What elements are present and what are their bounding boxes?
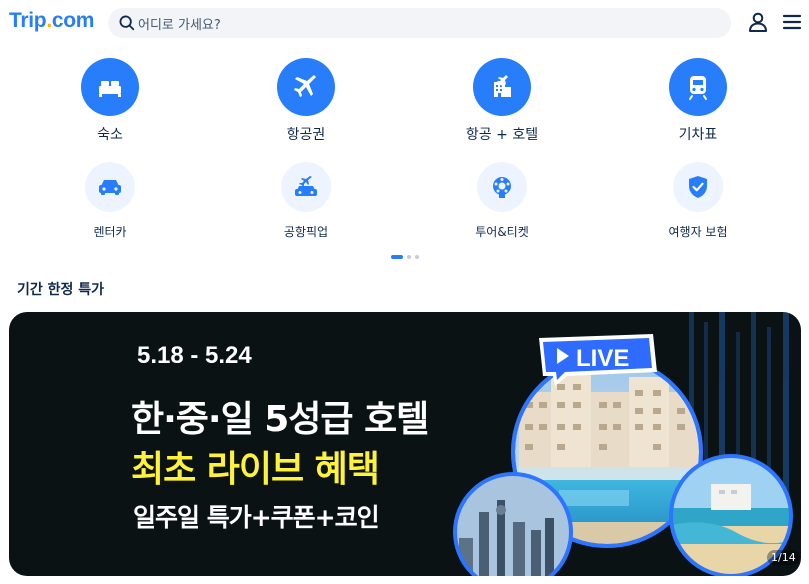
category-label: 항공 + 호텔	[465, 127, 539, 143]
car-icon	[85, 162, 135, 212]
airport-pickup-icon	[281, 162, 331, 212]
user-icon[interactable]	[747, 11, 769, 33]
trip-logo[interactable]: Trip.com	[9, 9, 94, 33]
category-airport-pickup[interactable]: 공항픽업	[246, 162, 366, 240]
banner-highlight: 최초 라이브 혜택	[131, 449, 380, 490]
category-label: 투어&티켓	[475, 225, 529, 239]
banner-hotel-illustration: LIVE	[453, 312, 793, 576]
section-title: 기간 한정 특가	[17, 282, 105, 298]
category-tours-tickets[interactable]: 투어&티켓	[442, 162, 562, 240]
category-flights[interactable]: 항공권	[246, 58, 366, 144]
search-placeholder: 어디로 가세요?	[138, 18, 221, 33]
category-flight-hotel[interactable]: 항공 + 호텔	[442, 58, 562, 144]
category-label: 숙소	[97, 127, 123, 143]
promo-banner[interactable]: 5.18 - 5.24 한·중·일 5성급 호텔 최초 라이브 혜택 일주일 특…	[9, 312, 801, 576]
tour-ticket-icon	[477, 162, 527, 212]
pagination-dot[interactable]	[407, 255, 411, 259]
menu-icon[interactable]	[782, 12, 802, 32]
category-trains[interactable]: 기차표	[638, 58, 758, 144]
category-accommodation[interactable]: 숙소	[50, 58, 170, 144]
category-label: 항공권	[286, 127, 326, 143]
flight-hotel-icon	[473, 58, 531, 116]
category-label: 여행자 보험	[668, 225, 728, 239]
logo-text: Trip	[9, 9, 47, 32]
live-badge-label: LIVE	[576, 345, 629, 372]
train-icon	[669, 58, 727, 116]
banner-subline: 일주일 특가+쿠폰+코인	[133, 503, 380, 532]
category-travel-insurance[interactable]: 여행자 보험	[638, 162, 758, 240]
pagination-dot[interactable]	[415, 255, 419, 259]
airplane-icon	[277, 58, 335, 116]
banner-headline: 한·중·일 5성급 호텔	[131, 399, 429, 440]
category-label: 렌터카	[93, 225, 127, 239]
shield-icon	[673, 162, 723, 212]
category-label: 공항픽업	[283, 225, 329, 239]
search-bar[interactable]: 어디로 가세요?	[108, 8, 731, 38]
banner-date: 5.18 - 5.24	[137, 342, 252, 369]
bed-icon	[81, 58, 139, 116]
search-icon	[119, 15, 135, 31]
category-label: 기차표	[678, 127, 718, 143]
top-header: Trip.com 어디로 가세요?	[0, 0, 809, 46]
logo-suffix: com	[51, 9, 95, 32]
banner-counter: 1/14	[767, 550, 800, 565]
pagination-dot-active[interactable]	[391, 255, 403, 259]
category-car-rental[interactable]: 렌터카	[50, 162, 170, 240]
